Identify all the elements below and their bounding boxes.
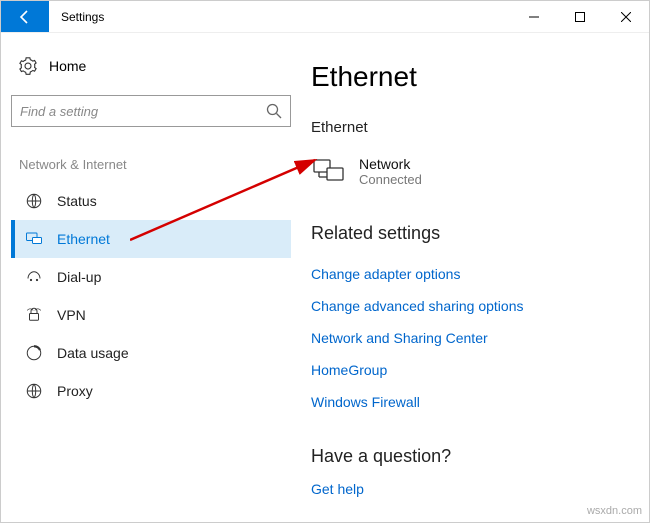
link-firewall[interactable]: Windows Firewall (311, 386, 631, 418)
link-advanced-sharing[interactable]: Change advanced sharing options (311, 290, 631, 322)
titlebar: Settings (1, 1, 649, 33)
network-item[interactable]: Network Connected (311, 150, 631, 193)
sidebar-item-ethernet[interactable]: Ethernet (11, 220, 291, 258)
sidebar-item-status[interactable]: Status (11, 182, 291, 220)
network-status: Connected (359, 172, 422, 187)
question-heading: Have a question? (311, 446, 631, 467)
network-pc-icon (313, 159, 345, 185)
back-button[interactable] (1, 1, 49, 32)
link-homegroup[interactable]: HomeGroup (311, 354, 631, 386)
section-heading: Ethernet (311, 119, 631, 136)
link-sharing-center[interactable]: Network and Sharing Center (311, 322, 631, 354)
vpn-icon (25, 306, 43, 324)
search-input[interactable] (20, 104, 266, 119)
nav-label: Ethernet (57, 231, 110, 247)
ethernet-icon (25, 230, 43, 248)
sidebar-item-dialup[interactable]: Dial-up (11, 258, 291, 296)
close-button[interactable] (603, 1, 649, 32)
nav-label: VPN (57, 307, 86, 323)
nav-label: Dial-up (57, 269, 101, 285)
globe-icon (25, 192, 43, 210)
network-text: Network Connected (359, 156, 422, 187)
sidebar-item-datausage[interactable]: Data usage (11, 334, 291, 372)
window-title: Settings (49, 1, 511, 32)
home-label: Home (49, 58, 86, 74)
nav-label: Proxy (57, 383, 93, 399)
sidebar: Home Network & Internet Status Ethernet … (1, 33, 301, 522)
data-usage-icon (25, 344, 43, 362)
maximize-button[interactable] (557, 1, 603, 32)
gear-icon (19, 57, 37, 75)
minimize-button[interactable] (511, 1, 557, 32)
nav-label: Status (57, 193, 97, 209)
related-settings: Related settings Change adapter options … (311, 223, 631, 418)
link-get-help[interactable]: Get help (311, 473, 631, 505)
search-icon (266, 103, 282, 119)
content-area: Home Network & Internet Status Ethernet … (1, 33, 649, 522)
home-button[interactable]: Home (11, 51, 291, 81)
sidebar-item-vpn[interactable]: VPN (11, 296, 291, 334)
main-panel: Ethernet Ethernet Network Connected Rela… (301, 33, 649, 522)
question-section: Have a question? Get help (311, 446, 631, 505)
search-box[interactable] (11, 95, 291, 127)
proxy-icon (25, 382, 43, 400)
network-name: Network (359, 156, 422, 172)
window-controls (511, 1, 649, 32)
dialup-icon (25, 268, 43, 286)
page-title: Ethernet (311, 61, 631, 93)
nav-group-label: Network & Internet (11, 155, 291, 182)
link-change-adapter[interactable]: Change adapter options (311, 258, 631, 290)
nav-label: Data usage (57, 345, 129, 361)
arrow-left-icon (17, 9, 33, 25)
related-heading: Related settings (311, 223, 631, 244)
sidebar-item-proxy[interactable]: Proxy (11, 372, 291, 410)
settings-window: Settings Home Network & Internet Status (0, 0, 650, 523)
